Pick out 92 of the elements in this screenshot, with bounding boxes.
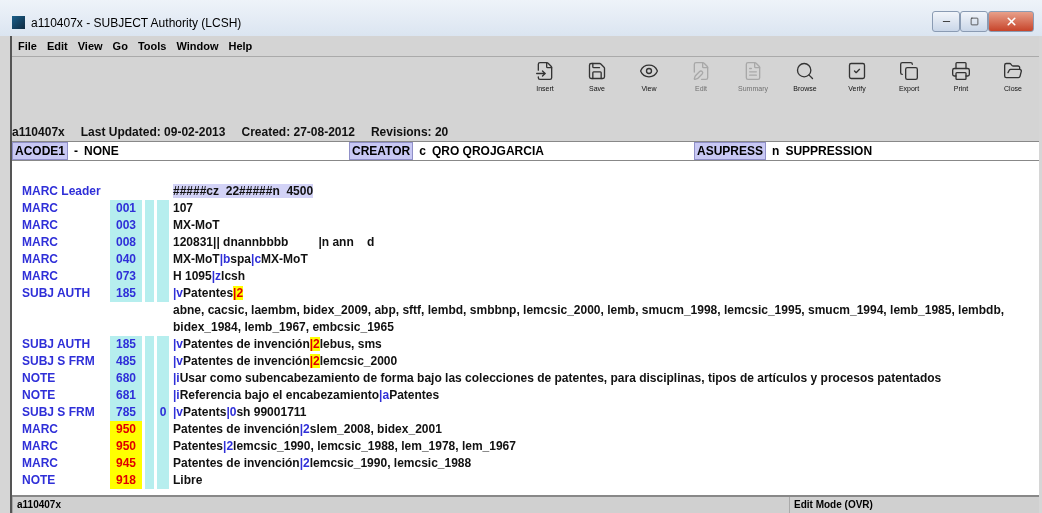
menu-item[interactable]: Tools [137, 40, 167, 52]
field-content[interactable]: Patentes de invención|2lemcsic_1990, lemcsic_1988 [173, 455, 1039, 472]
revisions-count: Revisions: 20 [370, 125, 449, 139]
maximize-button[interactable] [960, 11, 988, 32]
tag-cell: 073 [110, 268, 142, 285]
copy-icon [899, 61, 919, 81]
menu-item[interactable]: Window [176, 40, 219, 52]
field-content[interactable]: 107 [173, 200, 1039, 217]
print-icon [951, 61, 971, 81]
tag-cell: 485 [110, 353, 142, 370]
field-label: MARC [22, 217, 59, 234]
field-content[interactable]: H 1095|zlcsh [173, 268, 1039, 285]
indicator-cell [145, 472, 154, 489]
field-content[interactable]: |iReferencia bajo el encabezamiento|aPatentes [173, 387, 1039, 404]
field-content[interactable]: |vPatents|0sh 99001711 [173, 404, 1039, 421]
indicator-cell [145, 285, 154, 302]
checkbox-icon [847, 61, 867, 81]
field-content[interactable]: MX-MoT [173, 217, 1039, 234]
tag-cell: 785 [110, 404, 142, 421]
save-icon [587, 61, 607, 81]
field-content[interactable]: MX-MoT|bspa|cMX-MoT [173, 251, 1039, 268]
tag-cell: 918 [110, 472, 142, 489]
document-icon [743, 61, 763, 81]
minimize-button[interactable] [932, 11, 960, 32]
field-label: MARC [22, 438, 59, 455]
tag-cell: 185 [110, 336, 142, 353]
window-title: a110407x - SUBJECT Authority (LCSH) [31, 16, 243, 32]
field-content[interactable]: Patentes|2lemcsic_1990, lemcsic_1988, lem_1978, lem_1967 [173, 438, 1039, 455]
folder-icon [1003, 61, 1023, 81]
menu-item[interactable]: Edit [46, 40, 68, 52]
tag-cell: 950 [110, 421, 142, 438]
field-label: NOTE [22, 387, 57, 404]
field-code: n [772, 144, 780, 158]
field-content[interactable]: |iUsar como subencabezamiento de forma bajo las colecciones de patentes, para disciplinas, tipos de artículos y procesos patentados [173, 370, 1039, 387]
field-value: SUPPRESSION [785, 144, 873, 158]
indicator-cell: 0 [157, 404, 169, 421]
edit-mode: Edit Mode (OVR) [789, 497, 1039, 513]
indicator-cell [157, 472, 169, 489]
field-label: MARC Leader [22, 183, 102, 200]
field-label: SUBJ S FRM [22, 353, 96, 370]
field-code: c [419, 144, 426, 158]
indicator-cell [157, 200, 169, 217]
field-content[interactable]: Libre [173, 472, 1039, 489]
field-label: NOTE [22, 472, 57, 489]
field-label: MARC [22, 234, 59, 251]
tag-cell: 040 [110, 251, 142, 268]
field-label: MARC [22, 455, 59, 472]
menu-item[interactable]: File [18, 40, 37, 52]
tag-cell: 003 [110, 217, 142, 234]
field-label: ACODE1 [12, 142, 68, 160]
field-content[interactable]: 120831|| dnannbbbb |n ann d [173, 234, 1039, 251]
close-button[interactable] [988, 11, 1034, 32]
field-code: - [74, 144, 78, 158]
tag-cell: 945 [110, 455, 142, 472]
field-label: NOTE [22, 370, 57, 387]
tag-cell: 950 [110, 438, 142, 455]
file-arrow-icon [535, 61, 555, 81]
tag-cell: 008 [110, 234, 142, 251]
field-value: QRO QROJGARCIA [431, 144, 544, 158]
field-content[interactable]: Patentes de invención|2slem_2008, bidex_2001 [173, 421, 1039, 438]
tag-cell: 185 [110, 285, 142, 302]
field-label: ASUPRESS [694, 142, 767, 160]
file-pen-icon [691, 61, 711, 81]
app-icon [12, 16, 25, 29]
indicator-cell [145, 200, 154, 217]
last-updated: Last Updated: 09-02-2013 [80, 125, 226, 139]
search-icon [795, 61, 815, 81]
menu-item[interactable]: Help [228, 40, 253, 52]
indicator-cell [157, 336, 169, 353]
field-label: MARC [22, 200, 59, 217]
menu-item[interactable]: Go [112, 40, 128, 52]
field-label: SUBJ AUTH [22, 285, 92, 302]
field-label: MARC [22, 251, 59, 268]
close-icon [1004, 15, 1018, 28]
field-content[interactable]: |vPatentes|2 [173, 285, 1039, 302]
field-value: NONE [84, 144, 119, 158]
created-date: Created: 27-08-2012 [241, 125, 355, 139]
field-content[interactable]: #####cz 22#####n 4500 [173, 183, 1039, 200]
tag-cell: 001 [110, 200, 142, 217]
maximize-icon [969, 17, 979, 26]
indicator-cell [157, 285, 169, 302]
record-id: a110407x [12, 125, 65, 139]
tag-cell: 681 [110, 387, 142, 404]
tag-cell: 680 [110, 370, 142, 387]
field-label: CREATOR [349, 142, 414, 160]
menu-item[interactable]: View [77, 40, 103, 52]
status-record: a110407x [12, 497, 789, 513]
field-label: SUBJ S FRM [22, 404, 96, 421]
field-label: SUBJ AUTH [22, 336, 92, 353]
indicator-cell [145, 336, 154, 353]
field-label: MARC [22, 268, 59, 285]
field-label: MARC [22, 421, 59, 438]
